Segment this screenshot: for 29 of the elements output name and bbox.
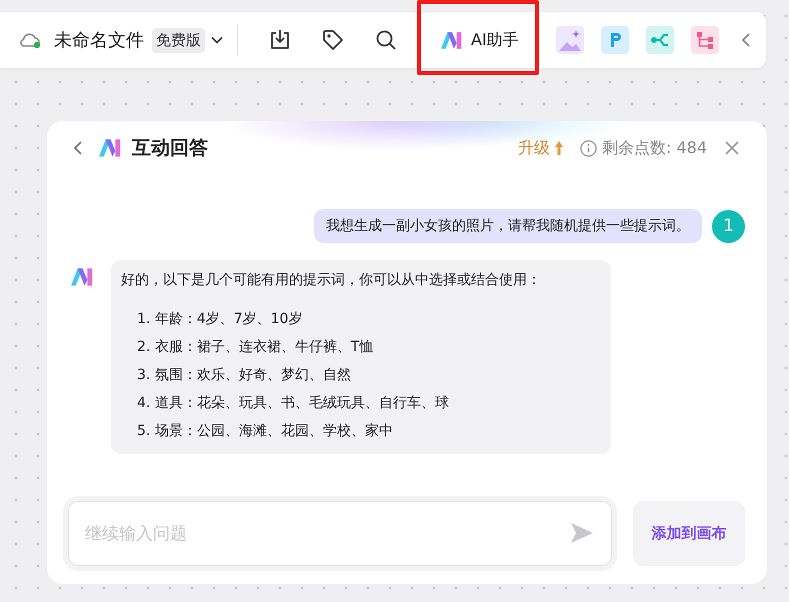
download-icon[interactable] bbox=[268, 28, 292, 52]
send-icon[interactable] bbox=[570, 522, 594, 544]
panel-title: 互动回答 bbox=[132, 136, 208, 161]
question-input[interactable]: 继续输入问题 bbox=[68, 501, 612, 566]
caret-icon[interactable] bbox=[211, 36, 223, 44]
mindmap-icon[interactable] bbox=[646, 26, 674, 54]
user-message: 我想生成一副小女孩的照片，请帮我随机提供一些提示词。 bbox=[314, 209, 702, 243]
file-name[interactable]: 未命名文件 bbox=[54, 28, 144, 52]
ai-assistant-button[interactable]: AI助手 bbox=[435, 24, 525, 56]
list-item: 5. 场景：公园、海滩、花园、学校、家中 bbox=[137, 422, 394, 441]
flowchart-icon[interactable] bbox=[690, 26, 719, 54]
p-app-icon[interactable] bbox=[600, 26, 629, 54]
chevron-left-icon[interactable] bbox=[740, 32, 751, 48]
list-item: 3. 氛围：欢乐、好奇、梦幻、自然 bbox=[137, 366, 352, 385]
list-item: 1. 年龄：4岁、7岁、10岁 bbox=[137, 310, 304, 329]
list-item: 4. 道具：花朵、玩具、书、毛绒玩具、自行车、球 bbox=[137, 394, 450, 413]
list-item: 2. 衣服：裙子、连衣裙、牛仔裤、T恤 bbox=[137, 338, 374, 357]
back-icon[interactable] bbox=[73, 140, 83, 156]
plan-badge: 免费版 bbox=[152, 28, 205, 52]
close-icon[interactable] bbox=[725, 141, 739, 155]
message-text: 好的，以下是几个可能有用的提示词，你可以从中选择或结合使用： bbox=[121, 271, 542, 289]
image-icon[interactable] bbox=[556, 26, 584, 54]
add-to-canvas-button[interactable]: 添加到画布 bbox=[633, 501, 745, 566]
points-remaining: 剩余点数: 484 bbox=[602, 138, 707, 158]
arrow-up-icon bbox=[554, 140, 564, 156]
info-icon[interactable] bbox=[580, 140, 597, 156]
search-icon[interactable] bbox=[374, 28, 398, 52]
user-avatar: 1 bbox=[712, 210, 745, 242]
tag-icon[interactable] bbox=[321, 28, 345, 52]
